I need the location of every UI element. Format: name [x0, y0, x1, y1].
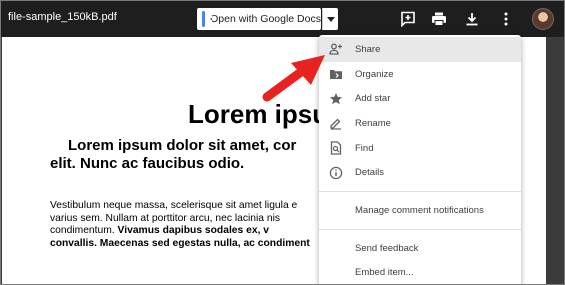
open-with-label: Open with Google Docs	[210, 13, 321, 25]
body-text: condimentum.	[50, 225, 118, 236]
menu-item-label: Send feedback	[355, 242, 419, 254]
menu-divider	[319, 228, 521, 230]
more-actions-menu: Share Organize Add star Rename Find Deta…	[319, 35, 521, 285]
menu-item-label: Find	[355, 142, 374, 154]
red-arrow-annotation	[262, 55, 325, 102]
menu-item-rename[interactable]: Rename	[319, 111, 521, 136]
edit-icon	[329, 116, 343, 131]
menu-item-label: Embed item...	[355, 267, 414, 279]
menu-item-manage-comment-notifications[interactable]: Manage comment notifications	[319, 198, 521, 223]
body-line: varius sem. Nullam at porttitor arcu, ne…	[50, 212, 281, 224]
caret-down-icon	[326, 16, 335, 22]
menu-item-organize[interactable]: Organize	[319, 62, 521, 87]
document-subtitle: Lorem ipsum dolor sit amet, cor elit. Nu…	[50, 137, 350, 173]
info-icon	[329, 166, 343, 180]
open-with-dropdown-button[interactable]	[322, 8, 338, 30]
document-body: Vestibulum neque massa, scelerisque sit …	[50, 200, 350, 250]
file-name: file-sample_150kB.pdf	[8, 11, 117, 23]
subtitle-line: elit. Nunc ac faucibus odio.	[50, 155, 245, 172]
add-comment-icon[interactable]	[398, 9, 418, 29]
download-icon[interactable]	[462, 9, 482, 29]
menu-item-embed-item[interactable]: Embed item...	[319, 261, 521, 285]
more-vert-icon[interactable]	[496, 9, 516, 29]
menu-item-send-feedback[interactable]: Send feedback	[319, 236, 521, 261]
menu-item-label: Add star	[355, 93, 391, 105]
menu-item-label: Details	[355, 167, 385, 179]
pdf-viewer-window: file-sample_150kB.pdf Open with Google D…	[0, 0, 565, 285]
menu-item-share[interactable]: Share	[319, 37, 521, 62]
menu-item-label: Manage comment notifications	[355, 204, 484, 216]
menu-item-details[interactable]: Details	[319, 160, 521, 185]
open-with-google-docs-button[interactable]: Open with Google Docs	[197, 8, 321, 30]
body-line: Vestibulum neque massa, scelerisque sit …	[50, 200, 298, 211]
subtitle-line: Lorem ipsum dolor sit amet, cor	[68, 137, 297, 154]
menu-item-label: Organize	[355, 68, 394, 80]
menu-item-label: Share	[355, 43, 381, 55]
viewer-toolbar: file-sample_150kB.pdf Open with Google D…	[1, 1, 564, 37]
find-in-page-icon	[329, 141, 343, 155]
body-bold-text: convallis. Maecenas sed egestas nulla, a…	[50, 237, 310, 249]
body-line: condimentum. Vivamus dapibus sodales ex,…	[50, 225, 350, 238]
menu-divider	[319, 191, 521, 193]
menu-item-label: Rename	[355, 117, 391, 129]
menu-item-find[interactable]: Find	[319, 136, 521, 161]
viewer-scroll-gutter	[546, 37, 564, 284]
print-icon[interactable]	[429, 9, 449, 29]
account-avatar[interactable]	[532, 8, 554, 30]
menu-item-add-star[interactable]: Add star	[319, 86, 521, 111]
body-line: convallis. Maecenas sed egestas nulla, a…	[50, 238, 350, 251]
body-bold-text: Vivamus dapibus sodales ex, v	[117, 225, 270, 236]
google-docs-icon	[202, 11, 213, 27]
